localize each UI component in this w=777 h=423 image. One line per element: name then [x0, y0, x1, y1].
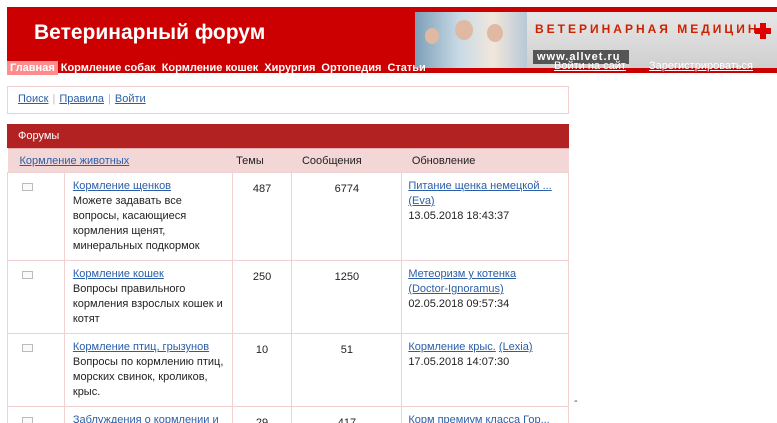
table-row: Кормление кошек Вопросы правильного кормл… [7, 260, 569, 334]
col-posts: Сообщения [291, 148, 402, 173]
stray-mark: - [574, 395, 578, 407]
nav-surgery[interactable]: Хирургия [261, 61, 318, 75]
nav-cat-feeding[interactable]: Кормление кошек [159, 61, 262, 75]
forum-description: Можете задавать все вопросы, касающиеся … [72, 195, 200, 252]
red-cross-icon [755, 23, 771, 39]
login-link[interactable]: Войти на сайт [554, 60, 626, 72]
topics-count: 29 [231, 406, 293, 423]
col-update: Обновление [401, 148, 569, 173]
posts-count: 51 [291, 333, 403, 407]
rules-link[interactable]: Правила [59, 93, 104, 105]
forum-link[interactable]: Заблуждения о кормлении и [73, 414, 219, 423]
posts-count: 6774 [291, 172, 403, 261]
toolbar-login-link[interactable]: Войти [115, 93, 146, 105]
last-post-author[interactable]: (Eva) [408, 195, 434, 207]
forum-toolbar: Поиск | Правила | Войти [7, 86, 569, 114]
envelope-icon [22, 344, 33, 352]
envelope-icon [22, 417, 33, 423]
col-topics: Темы [232, 148, 292, 173]
envelope-icon [22, 271, 33, 279]
last-post-link[interactable]: Кормление крыс. [408, 341, 496, 353]
table-row: Кормление птиц, грызунов Вопросы по кормл… [7, 333, 569, 407]
last-post-link[interactable]: Корм премиум класса Гор... [408, 414, 549, 423]
nav-dog-feeding[interactable]: Кормление собак [58, 61, 159, 75]
table-header-row: Кормление животных Темы Сообщения Обновл… [7, 148, 569, 173]
last-post-date: 17.05.2018 14:07:30 [408, 356, 510, 368]
forum-description: Вопросы правильного кормления взрослых к… [72, 283, 223, 325]
forum-table: Кормление животных Темы Сообщения Обновл… [7, 148, 569, 423]
main-nav: Главная Кормление собак Кормление кошек … [7, 61, 429, 75]
posts-count: 417 [291, 406, 403, 423]
forum-heading: Форумы [7, 124, 569, 148]
last-post-date: 13.05.2018 18:43:37 [408, 210, 510, 222]
site-title: Ветеринарный форум [34, 21, 266, 44]
banner-slogan: ВЕТЕРИНАРНАЯ МЕДИЦИНА [535, 22, 772, 36]
nav-home[interactable]: Главная [7, 61, 58, 75]
last-post-author[interactable]: (Doctor-Ignoramus) [408, 283, 503, 295]
forum-description: Вопросы по кормлению птиц, морских свино… [72, 356, 224, 398]
forum-link[interactable]: Кормление щенков [73, 180, 171, 192]
category-link[interactable]: Кормление животных [20, 155, 130, 167]
register-link[interactable]: Зарегистрироваться [649, 60, 753, 72]
table-row: Заблуждения о кормлении и 29 417 Корм пр… [7, 406, 569, 423]
last-post-link[interactable]: Метеоризм у котенка [408, 268, 516, 280]
forum-list: Форумы Кормление животных Темы Сообщения… [7, 124, 569, 423]
table-row: Кормление щенков Можете задавать все вопр… [7, 172, 569, 261]
last-post-link[interactable]: Питание щенка немецкой ... [408, 180, 551, 192]
topics-count: 487 [231, 172, 293, 261]
banner-photo [415, 12, 527, 68]
forum-link[interactable]: Кормление птиц, грызунов [73, 341, 209, 353]
posts-count: 1250 [291, 260, 403, 334]
nav-orthopedics[interactable]: Ортопедия [318, 61, 384, 75]
search-link[interactable]: Поиск [18, 93, 48, 105]
nav-articles[interactable]: Статьи [384, 61, 428, 75]
forum-link[interactable]: Кормление кошек [73, 268, 164, 280]
last-post-date: 02.05.2018 09:57:34 [408, 298, 510, 310]
topics-count: 10 [231, 333, 293, 407]
topics-count: 250 [231, 260, 293, 334]
last-post-author[interactable]: (Lexia) [499, 341, 533, 353]
envelope-icon [22, 183, 33, 191]
